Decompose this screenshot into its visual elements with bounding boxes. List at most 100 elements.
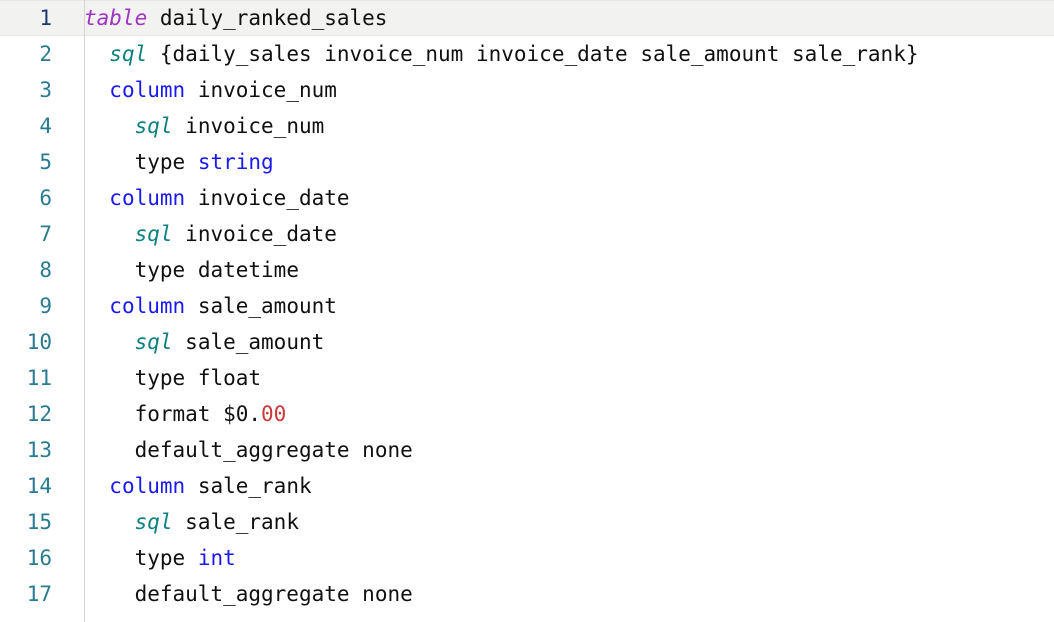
line-number: 17 [26,582,52,606]
code-line-text[interactable]: format $0.00 [68,396,1054,432]
line-number: 16 [26,546,52,570]
code-line[interactable]: 11 type float [0,360,1054,396]
code-line-text[interactable]: column invoice_date [68,180,1054,216]
code-line[interactable]: 13 default_aggregate none [0,432,1054,468]
code-line[interactable]: 1 table daily_ranked_sales [0,0,1054,36]
line-number: 15 [26,510,52,534]
line-number: 8 [39,258,52,282]
code-line[interactable]: 3 column invoice_num [0,72,1054,108]
code-line[interactable]: 9 column sale_amount [0,288,1054,324]
code-line[interactable]: 7 sql invoice_date [0,216,1054,252]
code-line-text[interactable]: sql sale_amount [68,324,1054,360]
code-line-text[interactable]: sql sale_rank [68,504,1054,540]
token-plain: sale_amount [185,330,325,354]
line-number: 7 [39,222,52,246]
token-plain: invoice_num [185,114,325,138]
token-sql: sql [134,330,173,354]
code-line[interactable]: 6 column invoice_date [0,180,1054,216]
code-line-list[interactable]: 1 table daily_ranked_sales 2 sql {daily_sa… [0,0,1054,622]
code-line[interactable]: 14 column sale_rank [0,468,1054,504]
token-type: type [134,366,186,390]
gutter-divider [84,0,85,622]
code-line[interactable]: 4 sql invoice_num [0,108,1054,144]
code-line-text[interactable]: type int [68,540,1054,576]
token-sql: sql [134,222,173,246]
token-plain: invoice_num [197,78,337,102]
code-line[interactable]: 12 format $0.00 [0,396,1054,432]
code-line-text[interactable]: default_aggregate none [68,432,1054,468]
code-line-text[interactable]: sql invoice_num [68,108,1054,144]
token-table: table [84,6,148,30]
token-sql: sql [134,510,173,534]
code-line-text[interactable]: default_aggregate none [68,576,1054,612]
line-number: 12 [26,402,52,426]
code-line-text[interactable]: column sale_amount [68,288,1054,324]
code-line-text[interactable]: type datetime [68,252,1054,288]
code-line[interactable]: 5 type string [0,144,1054,180]
code-line-text[interactable]: type string [68,144,1054,180]
line-number: 5 [39,150,52,174]
token-sql: sql [134,114,173,138]
line-number: 3 [39,78,52,102]
token-value: int [197,546,236,570]
token-column: column [109,186,186,210]
line-number: 14 [26,474,52,498]
token-plain: none [362,438,413,462]
token-plain: sale_rank [197,474,312,498]
code-line[interactable]: 15 sql sale_rank [0,504,1054,540]
code-line-text[interactable]: table daily_ranked_sales [68,0,1054,36]
token-number: 00 [261,402,287,426]
code-line[interactable]: 10 sql sale_amount [0,324,1054,360]
token-plain: $0. [223,402,262,426]
code-line[interactable]: 8 type datetime [0,252,1054,288]
token-plain: {daily_sales invoice_num invoice_date sa… [159,42,919,66]
line-number: 2 [39,42,52,66]
token-plain: datetime [197,258,299,282]
line-number: 6 [39,186,52,210]
token-plain: sale_amount [197,294,337,318]
token-type: default_aggregate [134,582,350,606]
line-number: 11 [26,366,52,390]
code-line[interactable]: 17 default_aggregate none [0,576,1054,612]
code-line-text[interactable]: column sale_rank [68,468,1054,504]
token-type: type [134,258,186,282]
code-editor[interactable]: 1 table daily_ranked_sales 2 sql {daily_sa… [0,0,1054,622]
code-line[interactable]: 2 sql {daily_sales invoice_num invoice_d… [0,36,1054,72]
line-number: 1 [39,6,52,30]
line-number: 13 [26,438,52,462]
token-type: type [134,546,186,570]
code-line-text[interactable]: column invoice_num [68,72,1054,108]
code-line-text[interactable]: sql {daily_sales invoice_num invoice_dat… [68,36,1054,72]
code-line-text[interactable]: sql invoice_date [68,216,1054,252]
line-number: 4 [39,114,52,138]
code-line-text[interactable]: type float [68,360,1054,396]
code-line[interactable]: 16 type int [0,540,1054,576]
token-plain: sale_rank [185,510,299,534]
